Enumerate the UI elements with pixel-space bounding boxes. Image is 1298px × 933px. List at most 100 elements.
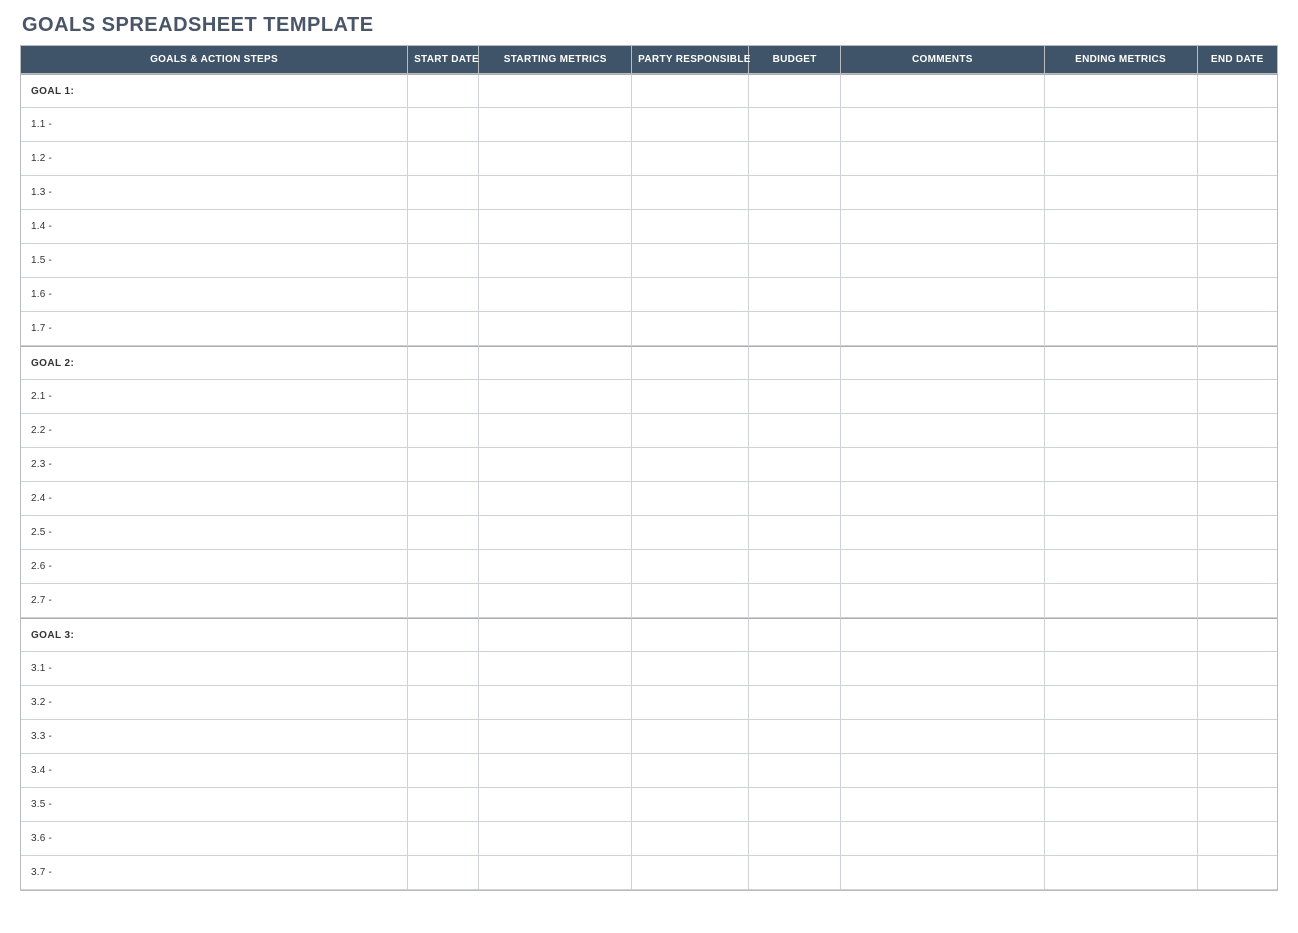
step-label[interactable]: 1.4 - xyxy=(21,210,408,244)
cell-col-end-metric[interactable] xyxy=(1045,176,1198,210)
cell-col-party[interactable] xyxy=(632,652,749,686)
cell-col-start-metric[interactable] xyxy=(479,856,632,890)
cell-col-comments[interactable] xyxy=(841,754,1045,788)
step-label[interactable]: 1.3 - xyxy=(21,176,408,210)
cell-col-budget[interactable] xyxy=(749,244,841,278)
cell-col-end-date[interactable] xyxy=(1198,822,1278,856)
cell-col-comments[interactable] xyxy=(841,176,1045,210)
cell-col-comments[interactable] xyxy=(841,584,1045,618)
cell-col-comments[interactable] xyxy=(841,414,1045,448)
cell-col-start-metric[interactable] xyxy=(479,686,632,720)
cell-col-end-date[interactable] xyxy=(1198,584,1278,618)
cell-col-start-date[interactable] xyxy=(408,516,479,550)
cell-col-budget[interactable] xyxy=(749,652,841,686)
cell-col-end-date[interactable] xyxy=(1198,482,1278,516)
cell-col-end-date[interactable] xyxy=(1198,346,1278,380)
step-label[interactable]: 2.3 - xyxy=(21,448,408,482)
cell-col-end-metric[interactable] xyxy=(1045,380,1198,414)
cell-col-start-metric[interactable] xyxy=(479,346,632,380)
cell-col-comments[interactable] xyxy=(841,720,1045,754)
step-label[interactable]: 1.5 - xyxy=(21,244,408,278)
cell-col-end-metric[interactable] xyxy=(1045,754,1198,788)
cell-col-start-metric[interactable] xyxy=(479,822,632,856)
step-label[interactable]: 2.2 - xyxy=(21,414,408,448)
cell-col-party[interactable] xyxy=(632,788,749,822)
cell-col-budget[interactable] xyxy=(749,414,841,448)
cell-col-budget[interactable] xyxy=(749,754,841,788)
cell-col-start-metric[interactable] xyxy=(479,74,632,108)
cell-col-budget[interactable] xyxy=(749,856,841,890)
cell-col-start-metric[interactable] xyxy=(479,210,632,244)
cell-col-end-metric[interactable] xyxy=(1045,312,1198,346)
cell-col-budget[interactable] xyxy=(749,686,841,720)
cell-col-end-metric[interactable] xyxy=(1045,788,1198,822)
step-label[interactable]: 3.2 - xyxy=(21,686,408,720)
cell-col-start-date[interactable] xyxy=(408,74,479,108)
cell-col-party[interactable] xyxy=(632,584,749,618)
cell-col-budget[interactable] xyxy=(749,618,841,652)
cell-col-party[interactable] xyxy=(632,822,749,856)
cell-col-end-metric[interactable] xyxy=(1045,686,1198,720)
cell-col-comments[interactable] xyxy=(841,482,1045,516)
cell-col-end-date[interactable] xyxy=(1198,210,1278,244)
cell-col-party[interactable] xyxy=(632,142,749,176)
goal-header-label[interactable]: GOAL 1: xyxy=(21,74,408,108)
cell-col-end-metric[interactable] xyxy=(1045,516,1198,550)
cell-col-start-date[interactable] xyxy=(408,822,479,856)
step-label[interactable]: 2.1 - xyxy=(21,380,408,414)
cell-col-end-metric[interactable] xyxy=(1045,142,1198,176)
cell-col-end-metric[interactable] xyxy=(1045,720,1198,754)
cell-col-party[interactable] xyxy=(632,414,749,448)
cell-col-end-date[interactable] xyxy=(1198,448,1278,482)
cell-col-budget[interactable] xyxy=(749,516,841,550)
cell-col-start-metric[interactable] xyxy=(479,482,632,516)
cell-col-budget[interactable] xyxy=(749,142,841,176)
cell-col-budget[interactable] xyxy=(749,822,841,856)
cell-col-start-date[interactable] xyxy=(408,720,479,754)
cell-col-end-date[interactable] xyxy=(1198,516,1278,550)
cell-col-start-metric[interactable] xyxy=(479,108,632,142)
step-label[interactable]: 3.5 - xyxy=(21,788,408,822)
cell-col-start-date[interactable] xyxy=(408,278,479,312)
cell-col-end-date[interactable] xyxy=(1198,788,1278,822)
cell-col-start-metric[interactable] xyxy=(479,788,632,822)
cell-col-start-date[interactable] xyxy=(408,244,479,278)
goal-header-label[interactable]: GOAL 2: xyxy=(21,346,408,380)
cell-col-budget[interactable] xyxy=(749,108,841,142)
cell-col-end-date[interactable] xyxy=(1198,856,1278,890)
step-label[interactable]: 1.1 - xyxy=(21,108,408,142)
cell-col-budget[interactable] xyxy=(749,278,841,312)
cell-col-end-metric[interactable] xyxy=(1045,414,1198,448)
cell-col-end-metric[interactable] xyxy=(1045,584,1198,618)
cell-col-party[interactable] xyxy=(632,74,749,108)
cell-col-end-date[interactable] xyxy=(1198,244,1278,278)
cell-col-comments[interactable] xyxy=(841,380,1045,414)
step-label[interactable]: 3.3 - xyxy=(21,720,408,754)
cell-col-end-date[interactable] xyxy=(1198,312,1278,346)
step-label[interactable]: 3.7 - xyxy=(21,856,408,890)
cell-col-start-metric[interactable] xyxy=(479,754,632,788)
cell-col-start-date[interactable] xyxy=(408,142,479,176)
cell-col-party[interactable] xyxy=(632,686,749,720)
cell-col-end-date[interactable] xyxy=(1198,142,1278,176)
cell-col-start-date[interactable] xyxy=(408,754,479,788)
cell-col-comments[interactable] xyxy=(841,788,1045,822)
cell-col-comments[interactable] xyxy=(841,74,1045,108)
cell-col-comments[interactable] xyxy=(841,822,1045,856)
cell-col-end-metric[interactable] xyxy=(1045,550,1198,584)
step-label[interactable]: 3.4 - xyxy=(21,754,408,788)
cell-col-start-date[interactable] xyxy=(408,380,479,414)
cell-col-end-metric[interactable] xyxy=(1045,108,1198,142)
cell-col-comments[interactable] xyxy=(841,346,1045,380)
cell-col-party[interactable] xyxy=(632,856,749,890)
cell-col-start-date[interactable] xyxy=(408,448,479,482)
cell-col-budget[interactable] xyxy=(749,720,841,754)
cell-col-budget[interactable] xyxy=(749,482,841,516)
cell-col-end-metric[interactable] xyxy=(1045,244,1198,278)
cell-col-party[interactable] xyxy=(632,210,749,244)
cell-col-end-date[interactable] xyxy=(1198,74,1278,108)
cell-col-budget[interactable] xyxy=(749,550,841,584)
cell-col-start-date[interactable] xyxy=(408,414,479,448)
cell-col-start-metric[interactable] xyxy=(479,448,632,482)
cell-col-party[interactable] xyxy=(632,176,749,210)
